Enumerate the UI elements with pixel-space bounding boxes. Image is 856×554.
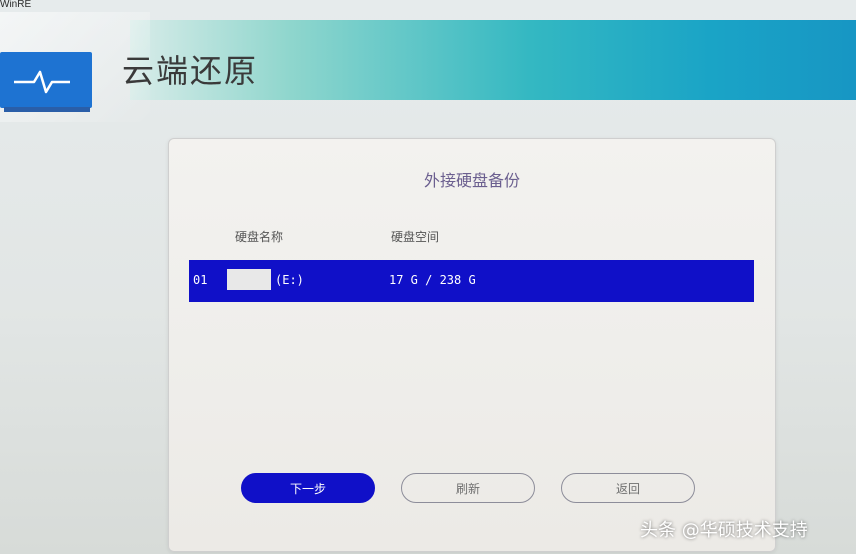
row-index: 01 (193, 273, 208, 287)
backup-dialog: 外接硬盘备份 硬盘名称 硬盘空间 01 (E:) 17 G / 238 G 下一… (168, 138, 776, 552)
column-header-space: 硬盘空间 (391, 230, 440, 244)
column-header-name: 硬盘名称 (235, 230, 284, 244)
row-disk-space: 17 G / 238 G (389, 273, 476, 287)
dialog-title: 外接硬盘备份 (423, 171, 520, 190)
redacted-disk-name (227, 269, 271, 290)
page-title: 云端还原 (122, 52, 259, 90)
refresh-button[interactable]: 刷新 (401, 473, 535, 503)
next-button[interactable]: 下一步 (241, 473, 375, 503)
row-drive-letter: (E:) (275, 273, 304, 287)
back-button[interactable]: 返回 (561, 473, 695, 503)
watermark: 头条 @华硕技术支持 (640, 520, 808, 541)
window-title: WinRE (0, 0, 32, 10)
disk-row[interactable]: 01 (E:) 17 G / 238 G (189, 260, 754, 302)
pulse-monitor-icon (0, 52, 95, 114)
